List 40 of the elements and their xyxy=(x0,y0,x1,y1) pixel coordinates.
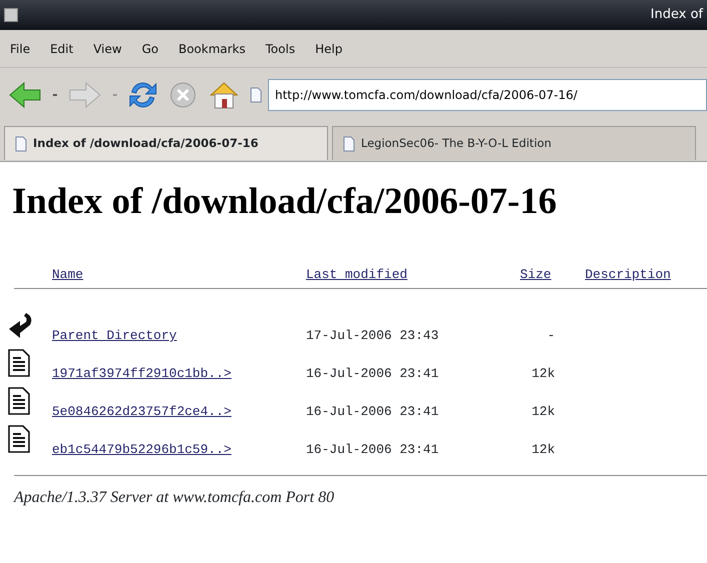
home-icon[interactable] xyxy=(208,80,240,110)
menu-item[interactable]: Bookmarks xyxy=(178,40,246,58)
modified-date: 17-Jul-2006 23:43 xyxy=(306,327,440,346)
reload-icon[interactable] xyxy=(128,80,158,110)
modified-date: 16-Jul-2006 23:41 xyxy=(306,365,440,384)
stop-icon[interactable] xyxy=(168,80,198,110)
column-header-link[interactable]: Description xyxy=(585,266,671,282)
document-icon[interactable] xyxy=(8,425,30,454)
column-header-link[interactable]: Size xyxy=(520,266,552,282)
browser-tab[interactable]: LegionSec06- The B-Y-O-L Edition xyxy=(332,126,696,160)
modified-date: 16-Jul-2006 23:41 xyxy=(306,441,440,460)
address-field[interactable]: http://www.tomcfa.com/download/cfa/2006-07-16/ xyxy=(268,79,707,111)
back-arrow-icon[interactable] xyxy=(8,311,34,340)
modified-date: 16-Jul-2006 23:41 xyxy=(306,403,440,422)
window-menu-icon[interactable] xyxy=(4,8,18,22)
server-signature: Apache/1.3.37 Server at www.tomcfa.com Port 80 xyxy=(14,488,336,508)
file-size: - xyxy=(546,327,555,346)
document-icon[interactable] xyxy=(8,387,30,416)
file-link[interactable]: 1971af3974ff2910c1bb..> xyxy=(52,366,232,382)
column-header-link[interactable]: Last modified xyxy=(306,266,408,282)
menu-item[interactable]: Edit xyxy=(50,40,74,58)
menu-item[interactable]: Go xyxy=(142,40,158,58)
file-size: 12k xyxy=(530,365,555,384)
file-size: 12k xyxy=(530,441,555,460)
page-icon[interactable] xyxy=(343,136,355,152)
file-link[interactable]: Parent Directory xyxy=(52,328,177,344)
browser-tab[interactable]: Index of /download/cfa/2006-07-16 xyxy=(4,126,328,160)
window-title: Index of xyxy=(650,6,703,24)
menu-item[interactable]: File xyxy=(10,40,30,58)
document-icon[interactable] xyxy=(8,349,30,378)
page-icon[interactable] xyxy=(250,87,262,103)
page-icon[interactable] xyxy=(15,136,27,152)
menu-item[interactable]: Help xyxy=(315,40,342,58)
menu-item[interactable]: Tools xyxy=(266,40,296,58)
file-link[interactable]: 5e0846262d23757f2ce4..> xyxy=(52,404,232,420)
page-heading: Index of /download/cfa/2006-07-16 xyxy=(12,180,558,224)
file-link[interactable]: eb1c54479b52296b1c59..> xyxy=(52,442,232,458)
file-size: 12k xyxy=(530,403,555,422)
column-header-link[interactable]: Name xyxy=(52,266,84,282)
menu-item[interactable]: View xyxy=(93,40,122,58)
